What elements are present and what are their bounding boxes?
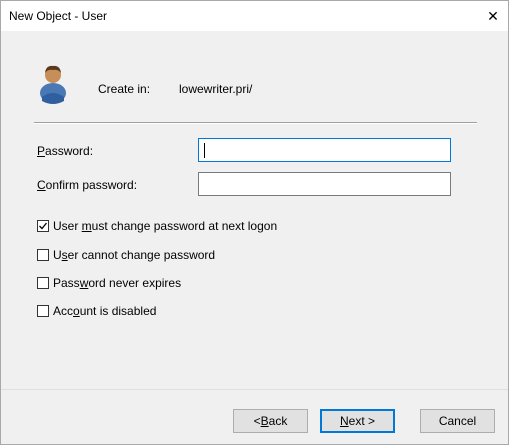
- option-password-never-expires[interactable]: Password never expires: [37, 276, 181, 290]
- text-caret: [204, 143, 205, 158]
- checkbox-unchecked[interactable]: [37, 249, 49, 261]
- confirm-password-input[interactable]: [198, 172, 451, 196]
- close-button[interactable]: ✕: [478, 1, 508, 31]
- window-title: New Object - User: [9, 9, 108, 23]
- footer-divider: [1, 389, 508, 390]
- checkbox-unchecked[interactable]: [37, 305, 49, 317]
- option-label: Password never expires: [53, 276, 182, 290]
- checkbox-unchecked[interactable]: [37, 277, 49, 289]
- header-divider: [34, 122, 477, 124]
- checkmark-icon: [39, 222, 48, 230]
- password-label: Password:: [37, 144, 94, 158]
- option-label: User cannot change password: [53, 248, 216, 262]
- confirm-password-label: Confirm password:: [37, 178, 138, 192]
- next-button[interactable]: Next >: [320, 409, 395, 433]
- cancel-button[interactable]: Cancel: [420, 409, 495, 433]
- option-account-disabled[interactable]: Account is disabled: [37, 304, 156, 318]
- checkbox-checked[interactable]: [37, 220, 49, 232]
- password-input[interactable]: [198, 138, 451, 162]
- option-must-change-password[interactable]: User must change password at next logon: [37, 219, 277, 233]
- option-label: Account is disabled: [53, 304, 157, 318]
- title-bar: New Object - User ✕: [1, 1, 508, 31]
- close-icon: ✕: [487, 7, 499, 24]
- option-label: User must change password at next logon: [53, 219, 278, 233]
- new-object-user-dialog: New Object - User ✕ Create in: lowewrite…: [0, 0, 509, 445]
- option-cannot-change-password[interactable]: User cannot change password: [37, 248, 215, 262]
- back-button[interactable]: < Back: [233, 409, 308, 433]
- user-icon: [40, 65, 66, 104]
- create-in-label: Create in:: [98, 82, 151, 96]
- create-in-path: lowewriter.pri/: [179, 82, 253, 96]
